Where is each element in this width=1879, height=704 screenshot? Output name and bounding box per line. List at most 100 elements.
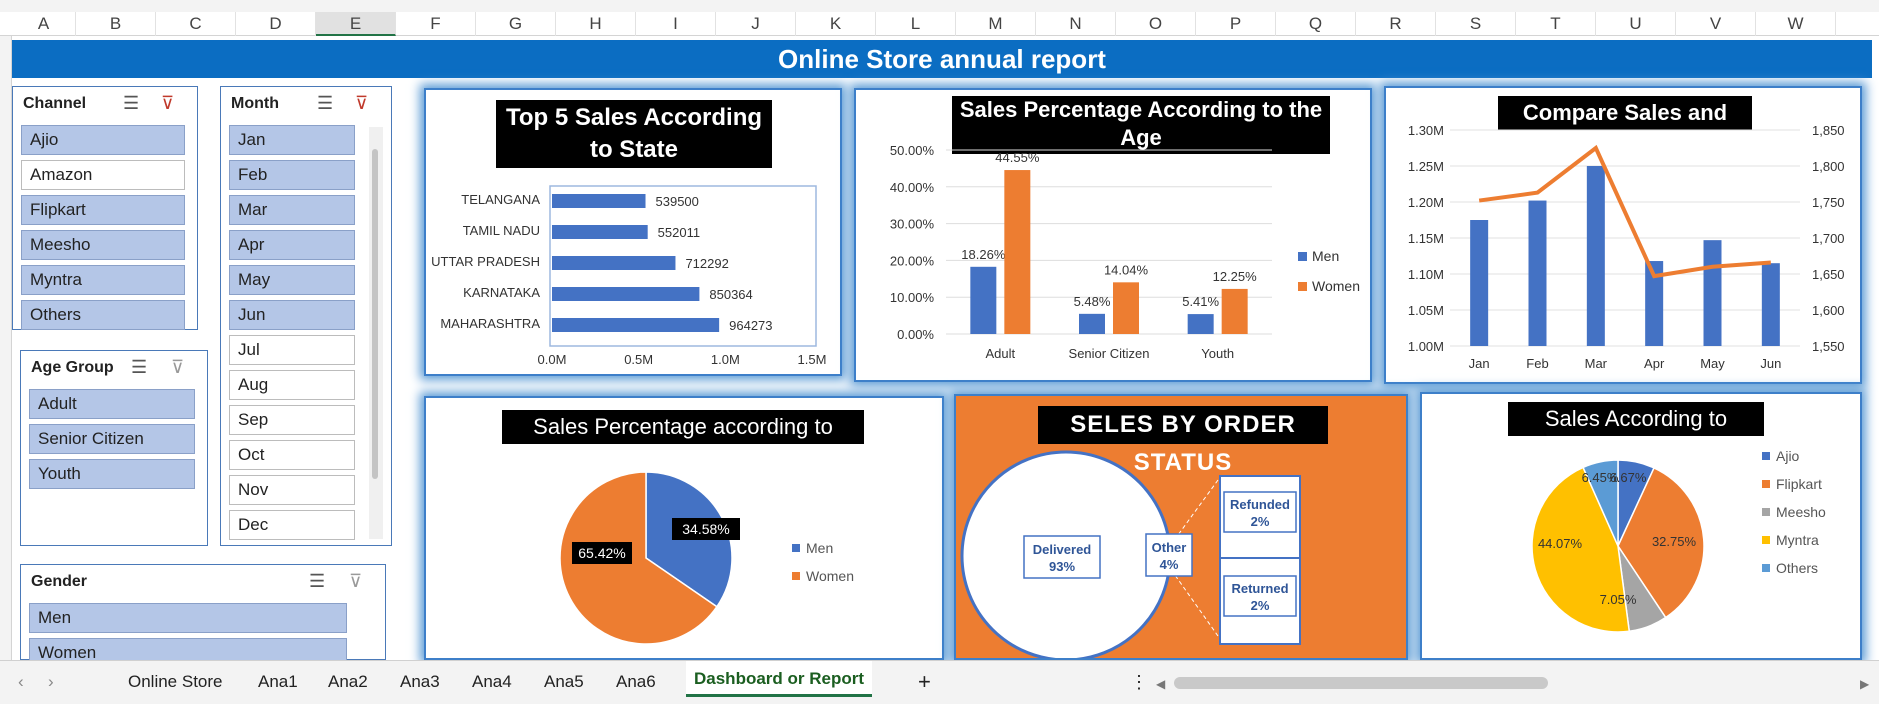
- legend-label: Men: [1312, 248, 1339, 264]
- slicer-item[interactable]: May: [229, 265, 355, 295]
- slicer-item[interactable]: Amazon: [21, 160, 185, 190]
- bar: [1187, 314, 1214, 334]
- slicer-scrollbar[interactable]: [369, 127, 383, 539]
- chart-gender[interactable]: Sales Percentage according to Gender 34.…: [424, 396, 944, 660]
- sheet-tab[interactable]: Dashboard or Report: [686, 661, 873, 697]
- slicer-gender[interactable]: Gender ☰ ⊽ Men Women: [20, 564, 386, 668]
- chart-top5-states[interactable]: Top 5 Sales According to State TELANGANA…: [424, 88, 842, 376]
- column-header-R[interactable]: R: [1356, 12, 1436, 36]
- chart-order-status[interactable]: SELES BY ORDER STATUS Delivered 93% Other 4…: [954, 394, 1408, 660]
- column-header-G[interactable]: G: [476, 12, 556, 36]
- sheet-tab[interactable]: Ana5: [544, 667, 584, 697]
- slicer-item[interactable]: Meesho: [21, 230, 185, 260]
- y-tick-label: 30.00%: [890, 217, 935, 232]
- column-header-Q[interactable]: Q: [1276, 12, 1356, 36]
- column-header-J[interactable]: J: [716, 12, 796, 36]
- chart-age-group[interactable]: Sales Percentage According to the Age Gr…: [854, 88, 1372, 382]
- column-header-E[interactable]: E: [316, 12, 396, 36]
- column-header-P[interactable]: P: [1196, 12, 1276, 36]
- hscroll-right-icon[interactable]: ▶: [1860, 677, 1870, 691]
- clear-filter-icon[interactable]: ⊽: [349, 571, 362, 592]
- category-label: Jan: [1469, 356, 1490, 371]
- column-header-S[interactable]: S: [1436, 12, 1516, 36]
- column-header-F[interactable]: F: [396, 12, 476, 36]
- combo-chart-compare: 1.00M 1,550 1.05M 1,600 1.10M 1,650 1.15M 1,700…: [1408, 123, 1845, 371]
- slicer-item[interactable]: Mar: [229, 195, 355, 225]
- legend-swatch: [1298, 252, 1307, 261]
- slicer-item[interactable]: Feb: [229, 160, 355, 190]
- slicer-title: Month: [231, 95, 279, 112]
- column-header-H[interactable]: H: [556, 12, 636, 36]
- column-header-U[interactable]: U: [1596, 12, 1676, 36]
- slicer-item[interactable]: Jul: [229, 335, 355, 365]
- chart-compare[interactable]: Compare Sales and Order 1.00M 1,550 1.05M 1…: [1384, 86, 1862, 384]
- slicer-item[interactable]: Aug: [229, 370, 355, 400]
- slicer-item[interactable]: Senior Citizen: [29, 424, 195, 454]
- hscroll-left-icon[interactable]: ◀: [1156, 677, 1166, 691]
- bar: [552, 194, 646, 208]
- column-header-M[interactable]: M: [956, 12, 1036, 36]
- category-label: Feb: [1526, 356, 1548, 371]
- slicer-item[interactable]: Flipkart: [21, 195, 185, 225]
- slicer-channel[interactable]: Channel ☰ ⊽ Ajio Amazon Flipkart Meesho Mynt…: [12, 86, 198, 330]
- horizontal-scrollbar-thumb[interactable]: [1174, 677, 1548, 689]
- slicer-item[interactable]: Apr: [229, 230, 355, 260]
- order-line: [1478, 144, 1771, 279]
- report-title: Online Store annual report: [12, 40, 1872, 78]
- multi-select-icon[interactable]: ☰: [123, 93, 139, 114]
- column-header-L[interactable]: L: [876, 12, 956, 36]
- legend-label: Women: [1312, 278, 1360, 294]
- bar: [1703, 240, 1722, 346]
- slicer-item[interactable]: Jan: [229, 125, 355, 155]
- clear-filter-icon[interactable]: ⊽: [355, 93, 368, 114]
- slicer-month[interactable]: Month ☰ ⊽ Jan Feb Mar Apr May Jun Jul Aug Sep Oct…: [220, 86, 392, 546]
- sheet-tab[interactable]: Ana6: [616, 667, 656, 697]
- y-tick-label: 10.00%: [890, 290, 935, 305]
- slicer-item[interactable]: Myntra: [21, 265, 185, 295]
- slicer-item[interactable]: Youth: [29, 459, 195, 489]
- column-header-W[interactable]: W: [1756, 12, 1836, 36]
- multi-select-icon[interactable]: ☰: [317, 93, 333, 114]
- slicer-title: Age Group: [31, 359, 114, 376]
- slicer-item[interactable]: Nov: [229, 475, 355, 505]
- multi-select-icon[interactable]: ☰: [309, 571, 325, 592]
- slicer-item[interactable]: Oct: [229, 440, 355, 470]
- scroll-thumb[interactable]: [372, 149, 378, 479]
- clear-filter-icon[interactable]: ⊽: [161, 93, 174, 114]
- slicer-item[interactable]: Others: [21, 300, 185, 330]
- add-sheet-button[interactable]: +: [918, 667, 931, 697]
- column-header-D[interactable]: D: [236, 12, 316, 36]
- sheet-tab[interactable]: Ana3: [400, 667, 440, 697]
- bar: [1221, 288, 1248, 334]
- sheet-tab[interactable]: Ana2: [328, 667, 368, 697]
- slicer-item[interactable]: Jun: [229, 300, 355, 330]
- column-header-N[interactable]: N: [1036, 12, 1116, 36]
- more-options-icon[interactable]: ⋮: [1130, 667, 1148, 697]
- column-header-K[interactable]: K: [796, 12, 876, 36]
- chart-channel[interactable]: Sales According to Channel 6.67% 32.75% 7.…: [1420, 392, 1862, 660]
- column-header-C[interactable]: C: [156, 12, 236, 36]
- slicer-item[interactable]: Adult: [29, 389, 195, 419]
- column-header-V[interactable]: V: [1676, 12, 1756, 36]
- scroll-left-icon[interactable]: ‹: [18, 667, 24, 697]
- clear-filter-icon[interactable]: ⊽: [171, 357, 184, 378]
- slicer-item[interactable]: Dec: [229, 510, 355, 540]
- sheet-tab[interactable]: Online Store: [128, 667, 223, 697]
- multi-select-icon[interactable]: ☰: [131, 357, 147, 378]
- slicer-item[interactable]: Ajio: [21, 125, 185, 155]
- column-header-B[interactable]: B: [76, 12, 156, 36]
- column-header-T[interactable]: T: [1516, 12, 1596, 36]
- slicer-age-group[interactable]: Age Group ☰ ⊽ Adult Senior Citizen Youth: [20, 350, 208, 546]
- column-header-A[interactable]: A: [12, 12, 76, 36]
- column-header-O[interactable]: O: [1116, 12, 1196, 36]
- slicer-item[interactable]: Sep: [229, 405, 355, 435]
- scroll-right-icon[interactable]: ›: [48, 667, 54, 697]
- legend-label: Women: [806, 568, 854, 584]
- slicer-item[interactable]: Men: [29, 603, 347, 633]
- row-headers: [0, 36, 12, 660]
- sheet-tab[interactable]: Ana1: [258, 667, 298, 697]
- legend-label: Meesho: [1776, 504, 1826, 520]
- column-header-I[interactable]: I: [636, 12, 716, 36]
- sheet-tab[interactable]: Ana4: [472, 667, 512, 697]
- y-tick-label: 50.00%: [890, 143, 935, 158]
